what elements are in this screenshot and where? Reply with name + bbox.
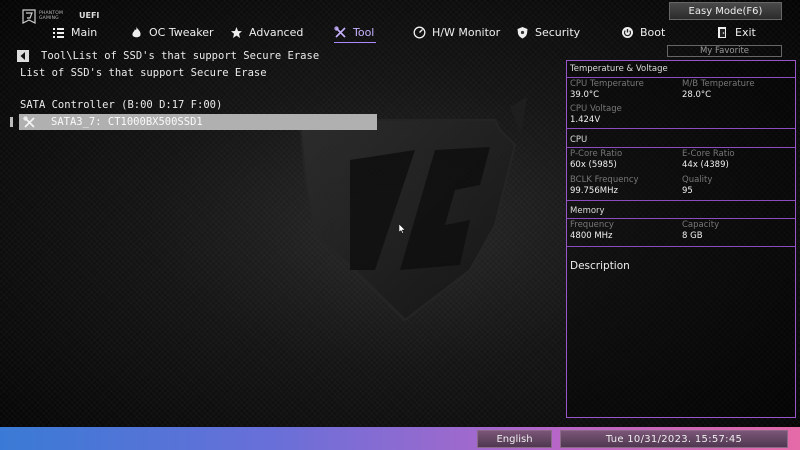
section-divider xyxy=(567,77,795,78)
tab-tool-label: Tool xyxy=(353,25,375,39)
tab-boot[interactable]: Boot xyxy=(621,22,665,42)
page-subtitle: List of SSD's that support Secure Erase xyxy=(20,67,267,79)
flame-icon xyxy=(132,26,141,37)
tab-advanced-label: Advanced xyxy=(249,25,304,39)
list-icon xyxy=(53,27,64,38)
tab-security-label: Security xyxy=(535,25,581,39)
tab-security[interactable]: Security xyxy=(516,22,580,42)
selection-marker xyxy=(10,117,13,127)
tab-exit[interactable]: Exit xyxy=(716,22,756,42)
section-divider xyxy=(567,218,795,219)
ssd-list-item-highlight[interactable]: SATA3_7: CT1000BX500SSD1 xyxy=(19,114,377,130)
hardware-info-panel: Temperature & Voltage CPU Temperature 39… xyxy=(566,60,796,418)
power-icon xyxy=(622,26,633,38)
tab-hw-monitor-label: H/W Monitor xyxy=(432,25,501,39)
arrow-left-icon xyxy=(20,52,25,60)
quality-label: Quality xyxy=(682,175,713,185)
quality-value: 95 xyxy=(682,186,693,196)
section-divider xyxy=(567,147,795,148)
tools-icon xyxy=(334,25,346,38)
ecore-ratio-label: E-Core Ratio xyxy=(682,149,735,159)
section-divider xyxy=(567,246,795,247)
logo-uefi-text: UEFI xyxy=(79,11,100,20)
bclk-frequency-value: 99.756MHz xyxy=(570,186,618,196)
datetime-display[interactable]: Tue 10/31/2023. 15:57:45 xyxy=(560,430,788,448)
section-divider xyxy=(567,128,795,129)
easy-mode-button[interactable]: Easy Mode(F6) xyxy=(669,2,782,20)
exit-door-icon xyxy=(718,26,726,38)
section-divider xyxy=(567,200,795,201)
description-title: Description xyxy=(570,260,630,272)
memory-capacity-label: Capacity xyxy=(682,220,720,230)
logo-brand-text: PHANTOM GAMING xyxy=(39,11,64,21)
tab-boot-label: Boot xyxy=(640,25,666,39)
bottom-bar: English Tue 10/31/2023. 15:57:45 xyxy=(0,427,800,450)
mouse-cursor-icon xyxy=(399,224,406,234)
pcore-ratio-label: P-Core Ratio xyxy=(570,149,623,159)
ssd-item-label: SATA3_7: CT1000BX500SSD1 xyxy=(51,116,203,128)
cpu-temp-label: CPU Temperature xyxy=(570,79,644,89)
memory-capacity-value: 8 GB xyxy=(682,231,703,241)
tab-main-label: Main xyxy=(71,25,98,39)
language-button[interactable]: English xyxy=(477,430,552,448)
mb-temp-value: 28.0°C xyxy=(682,90,712,100)
tab-exit-label: Exit xyxy=(735,25,756,39)
memory-section-title: Memory xyxy=(570,206,605,216)
gauge-icon xyxy=(413,26,426,38)
cpu-voltage-value: 1.424V xyxy=(570,115,601,125)
ecore-ratio-value: 44x (4389) xyxy=(682,160,729,170)
cpu-voltage-label: CPU Voltage xyxy=(570,104,622,114)
tab-hw-monitor[interactable]: H/W Monitor xyxy=(413,22,500,42)
breadcrumb-row: Tool\List of SSD's that support Secure E… xyxy=(17,48,319,64)
tab-oc-tweaker[interactable]: OC Tweaker xyxy=(130,22,214,42)
tab-oc-tweaker-label: OC Tweaker xyxy=(149,25,214,39)
memory-frequency-label: Frequency xyxy=(570,220,614,230)
temp-voltage-title: Temperature & Voltage xyxy=(570,64,668,74)
cpu-temp-value: 39.0°C xyxy=(570,90,600,100)
top-bar: PHANTOM GAMING UEFI Easy Mode(F6) Main O… xyxy=(0,0,800,46)
mb-temp-label: M/B Temperature xyxy=(682,79,755,89)
ssd-list-item[interactable]: SATA3_7: CT1000BX500SSD1 xyxy=(10,114,377,130)
tools-icon xyxy=(23,115,35,128)
phantom-gaming-logo-icon xyxy=(22,9,36,24)
tab-advanced[interactable]: Advanced xyxy=(230,22,303,42)
my-favorite-button[interactable]: My Favorite xyxy=(667,45,782,57)
cpu-section-title: CPU xyxy=(570,135,588,145)
star-icon xyxy=(231,26,242,38)
tab-main[interactable]: Main xyxy=(52,22,97,42)
sata-controller-label: SATA Controller (B:00 D:17 F:00) xyxy=(20,99,223,111)
tab-tool[interactable]: Tool xyxy=(334,22,376,43)
back-button[interactable] xyxy=(17,50,29,62)
bclk-frequency-label: BCLK Frequency xyxy=(570,175,639,185)
memory-frequency-value: 4800 MHz xyxy=(570,231,613,241)
breadcrumb: Tool\List of SSD's that support Secure E… xyxy=(41,50,320,62)
pcore-ratio-value: 60x (5985) xyxy=(570,160,617,170)
shield-icon xyxy=(517,26,528,38)
